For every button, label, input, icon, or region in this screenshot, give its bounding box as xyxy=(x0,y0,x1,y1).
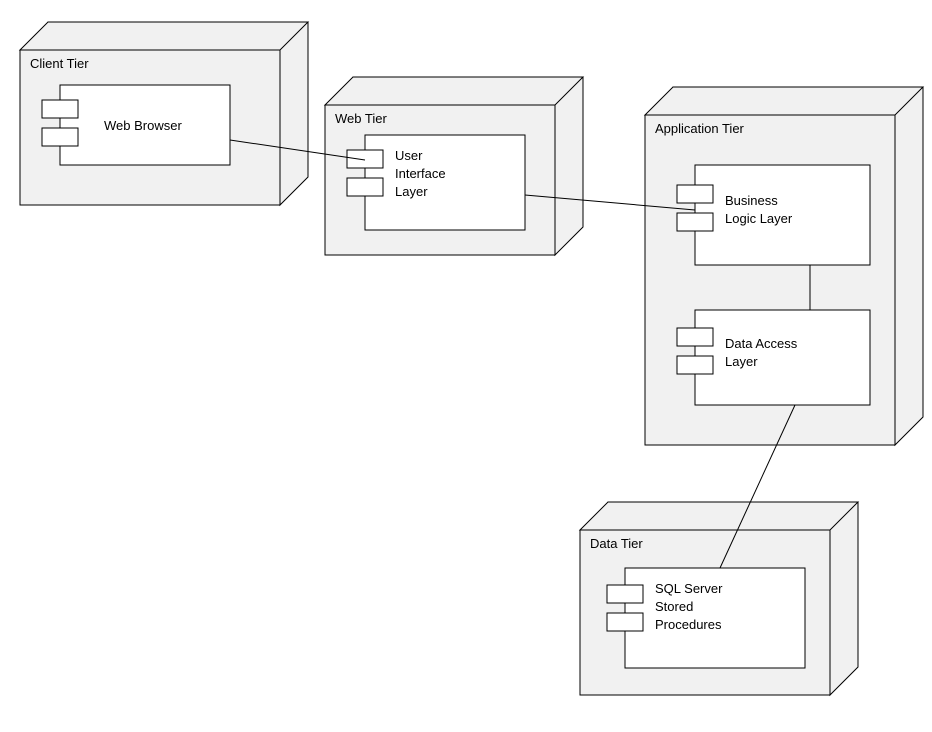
component-label: Web Browser xyxy=(104,118,182,133)
node-label: Web Tier xyxy=(335,111,387,126)
component-label-line1: Data Access xyxy=(725,336,798,351)
node-label: Client Tier xyxy=(30,56,89,71)
deployment-diagram: Client Tier Web Browser Web Tier User In… xyxy=(0,0,932,732)
component-label-line3: Procedures xyxy=(655,617,722,632)
component-label-line2: Stored xyxy=(655,599,693,614)
node-client-tier: Client Tier Web Browser xyxy=(20,22,308,205)
node-data-tier: Data Tier SQL Server Stored Procedures xyxy=(580,502,858,695)
component-label-line1: User xyxy=(395,148,423,163)
node-web-tier: Web Tier User Interface Layer xyxy=(325,77,583,255)
component-label-line2: Logic Layer xyxy=(725,211,793,226)
component-business-logic-layer: Business Logic Layer xyxy=(677,165,870,265)
component-label-line1: Business xyxy=(725,193,778,208)
component-label-line2: Interface xyxy=(395,166,446,181)
component-user-interface-layer: User Interface Layer xyxy=(347,135,525,230)
component-label-line2: Layer xyxy=(725,354,758,369)
component-label-line1: SQL Server xyxy=(655,581,723,596)
component-web-browser: Web Browser xyxy=(42,85,230,165)
component-data-access-layer: Data Access Layer xyxy=(677,310,870,405)
node-application-tier: Application Tier Business Logic Layer Da… xyxy=(645,87,923,445)
node-label: Data Tier xyxy=(590,536,643,551)
node-label: Application Tier xyxy=(655,121,745,136)
component-sql-server-sp: SQL Server Stored Procedures xyxy=(607,568,805,668)
component-label-line3: Layer xyxy=(395,184,428,199)
